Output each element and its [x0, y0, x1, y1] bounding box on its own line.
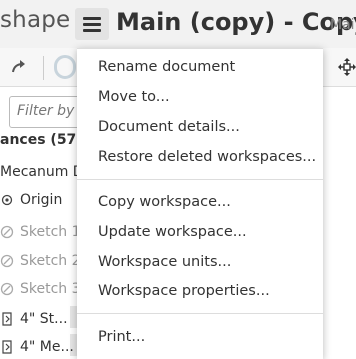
- tree-item-part-2[interactable]: 4" Me...: [0, 335, 74, 359]
- tree-item-label: Sketch 2: [20, 253, 81, 269]
- tree-item-part-1[interactable]: 4" St...: [0, 307, 68, 331]
- document-menu: Rename document Move to... Document deta…: [77, 48, 323, 359]
- tree-item-label: 4" St...: [20, 311, 68, 327]
- tree-item-label: Sketch 1: [20, 224, 81, 240]
- menu-item-update-workspace[interactable]: Update workspace...: [98, 224, 247, 240]
- tree-item-origin[interactable]: Origin: [0, 188, 62, 212]
- sketch-icon: [0, 254, 14, 268]
- top-bar: shape Main (copy) - Copy Mai: [0, 0, 356, 48]
- tree-item-label: Mecanum Dr: [0, 164, 90, 180]
- tree-item-sketch-2[interactable]: Sketch 2: [0, 249, 81, 273]
- menu-item-rename-document[interactable]: Rename document: [98, 59, 235, 75]
- sketch-tool-icon[interactable]: [54, 55, 76, 79]
- instances-header[interactable]: ances (57): [0, 128, 83, 152]
- menu-item-print[interactable]: Print...: [98, 329, 145, 345]
- tree-item-label: Sketch 3: [20, 281, 81, 297]
- hamburger-icon: [83, 14, 101, 35]
- menu-item-workspace-properties[interactable]: Workspace properties...: [98, 283, 270, 299]
- tree-item-sketch-3[interactable]: Sketch 3: [0, 277, 81, 301]
- document-menu-button[interactable]: [75, 8, 109, 40]
- instances-header-label: ances (57): [0, 132, 83, 148]
- menu-item-restore-deleted-workspaces[interactable]: Restore deleted workspaces...: [98, 149, 316, 165]
- tree-item-label: 4" Me...: [20, 339, 74, 355]
- sketch-icon: [0, 225, 14, 239]
- filter-placeholder: Filter by n: [17, 103, 81, 119]
- tree-item-label: Origin: [20, 192, 63, 208]
- menu-item-document-details[interactable]: Document details...: [98, 119, 240, 135]
- app-logo[interactable]: shape: [0, 7, 70, 33]
- tree-item-sketch-1[interactable]: Sketch 1: [0, 220, 81, 244]
- toolbar-divider: [43, 56, 44, 80]
- feature-filter-input[interactable]: Filter by n: [9, 96, 81, 128]
- redo-icon[interactable]: [10, 58, 28, 76]
- origin-icon: [1, 194, 13, 206]
- move-icon[interactable]: [338, 58, 356, 76]
- menu-item-copy-workspace[interactable]: Copy workspace...: [98, 194, 231, 210]
- part-icon: [2, 312, 12, 326]
- menu-item-move-to[interactable]: Move to...: [98, 89, 170, 105]
- document-title[interactable]: Main (copy) - Copy: [116, 8, 356, 36]
- menu-divider: [77, 179, 323, 180]
- tree-item-assembly[interactable]: Mecanum Dr: [0, 160, 89, 184]
- part-icon: [2, 340, 12, 354]
- workspace-name: Mai: [330, 17, 355, 33]
- sketch-icon: [0, 282, 14, 296]
- menu-item-workspace-units[interactable]: Workspace units...: [98, 254, 231, 270]
- menu-divider: [77, 313, 323, 314]
